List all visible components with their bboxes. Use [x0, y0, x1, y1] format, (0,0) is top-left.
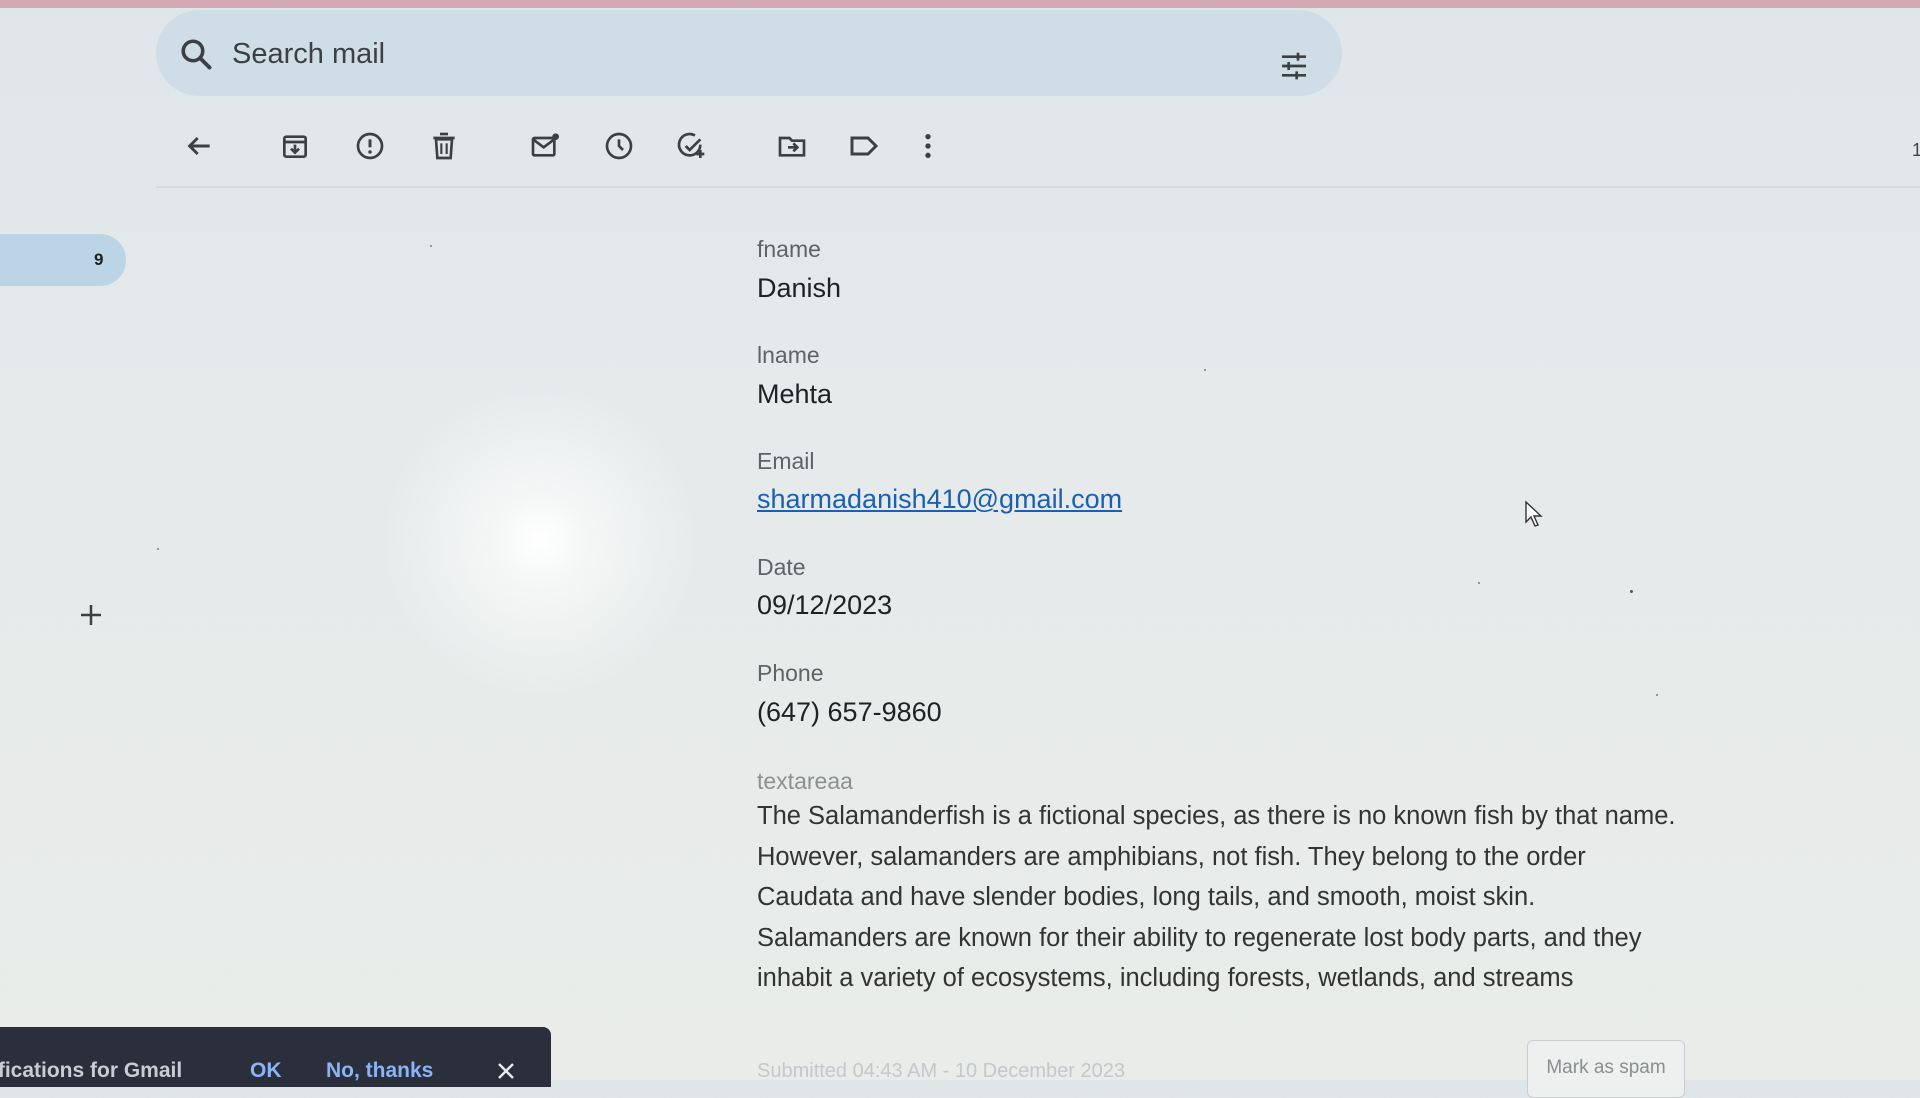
add-to-tasks-button[interactable] — [673, 128, 709, 164]
report-spam-icon — [356, 132, 384, 160]
more-vert-icon — [925, 134, 931, 158]
add-label-icon[interactable] — [76, 600, 106, 630]
snackbar: ifications for Gmail OK No, thanks — [0, 1027, 551, 1087]
mark-as-spam-button[interactable]: Mark as spam — [1527, 1040, 1685, 1098]
label-icon — [850, 136, 879, 156]
dust-speck — [1478, 582, 1480, 584]
search-icon[interactable] — [178, 36, 214, 72]
email-link[interactable]: sharmadanish410@gmail.com — [757, 484, 1122, 515]
report-spam-button[interactable] — [352, 128, 388, 164]
textarea-label: textareaa — [757, 768, 853, 794]
textarea-value: The Salamanderfish is a fictional specie… — [757, 802, 1676, 992]
search-input[interactable]: Search mail — [232, 38, 385, 71]
edge-text: 1 — [1912, 140, 1920, 160]
mark-unread-icon — [531, 133, 559, 157]
fname-value: Danish — [757, 273, 842, 303]
move-to-icon — [778, 136, 806, 157]
more-button[interactable] — [910, 128, 946, 164]
move-to-button[interactable] — [774, 128, 810, 164]
dust-speck — [1630, 590, 1633, 593]
dust-speck — [1204, 369, 1206, 371]
top-stripe — [0, 0, 1920, 8]
sidebar-item-active[interactable] — [0, 234, 126, 286]
search-options-icon[interactable] — [1276, 50, 1312, 82]
mouse-cursor-icon — [1525, 500, 1543, 527]
sidebar-item-count: 9 — [94, 250, 104, 269]
lname-value: Mehta — [757, 379, 833, 409]
search-bar[interactable]: Search mail — [156, 10, 1342, 96]
delete-icon — [433, 132, 455, 160]
archive-icon — [283, 135, 307, 158]
add-to-tasks-icon — [677, 132, 705, 158]
snooze-icon — [605, 132, 633, 160]
labels-button[interactable] — [846, 128, 882, 164]
snooze-button[interactable] — [601, 128, 637, 164]
lname-label: lname — [757, 342, 820, 368]
snackbar-text: ifications for Gmail — [0, 1059, 183, 1082]
back-button[interactable] — [181, 128, 217, 164]
back-arrow-icon — [187, 136, 210, 156]
mark-unread-button[interactable] — [527, 128, 563, 164]
date-label: Date — [757, 554, 806, 580]
message-toolbar — [156, 110, 1920, 188]
phone-value: (647) 657-9860 — [757, 697, 942, 727]
screen-glare — [380, 380, 700, 700]
fname-label: fname — [757, 236, 821, 262]
dust-speck — [1656, 694, 1658, 696]
archive-button[interactable] — [277, 128, 313, 164]
date-value: 09/12/2023 — [757, 590, 893, 620]
delete-button[interactable] — [426, 128, 462, 164]
close-icon[interactable] — [494, 1059, 518, 1083]
snackbar-ok-button[interactable]: OK — [250, 1059, 282, 1083]
dust-speck — [157, 548, 159, 550]
phone-label: Phone — [757, 660, 824, 686]
dust-speck — [430, 245, 432, 247]
snackbar-no-thanks-button[interactable]: No, thanks — [326, 1059, 433, 1083]
email-label: Email — [757, 448, 815, 474]
